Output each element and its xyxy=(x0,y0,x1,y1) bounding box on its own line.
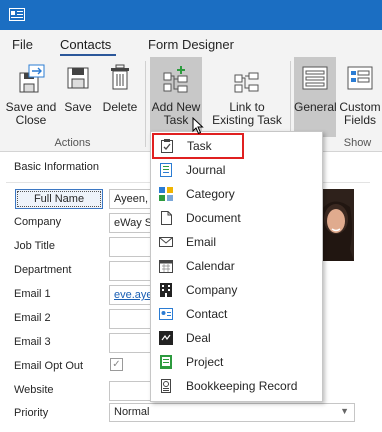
mouse-cursor-icon xyxy=(192,117,204,135)
link-existing-task-label: Link to Existing Task xyxy=(212,100,282,127)
tab-file[interactable]: File xyxy=(12,37,33,52)
priority-select[interactable]: Normal ▼ xyxy=(109,403,355,422)
company-icon xyxy=(160,283,172,297)
general-form-icon xyxy=(302,66,328,90)
document-icon xyxy=(161,211,172,225)
email-2-label: Email 2 xyxy=(14,312,51,324)
menu-item-company[interactable]: Company xyxy=(152,278,322,302)
tab-contacts[interactable]: Contacts xyxy=(60,37,111,52)
job-title-label: Job Title xyxy=(14,240,55,252)
menu-item-label: Journal xyxy=(186,163,226,177)
floppy-disk-icon xyxy=(67,67,89,89)
menu-item-label: Task xyxy=(187,139,212,153)
menu-item-label: Deal xyxy=(186,331,211,345)
menu-item-document[interactable]: Document xyxy=(152,206,322,230)
email-1-label: Email 1 xyxy=(14,288,51,300)
menu-item-calendar[interactable]: Calendar xyxy=(152,254,322,278)
menu-item-bookkeeping-record[interactable]: Bookkeeping Record xyxy=(152,374,322,398)
contact-card-icon xyxy=(9,8,25,21)
website-label: Website xyxy=(14,384,54,396)
task-icon xyxy=(161,139,173,153)
menu-item-label: Category xyxy=(186,187,235,201)
menu-item-project[interactable]: Project xyxy=(152,350,322,374)
custom-fields-icon xyxy=(347,66,373,90)
full-name-button[interactable]: Full Name xyxy=(15,189,103,209)
group-label-show: Show xyxy=(343,137,372,149)
delete-label: Delete xyxy=(102,100,138,114)
email-opt-out-label: Email Opt Out xyxy=(14,360,84,372)
section-title: Basic Information xyxy=(14,161,99,173)
email-3-label: Email 3 xyxy=(14,336,51,348)
chevron-down-icon: ▼ xyxy=(340,406,349,416)
priority-label: Priority xyxy=(14,407,49,419)
menu-item-label: Calendar xyxy=(186,259,235,273)
save-and-close-label: Save and Close xyxy=(5,100,57,127)
title-bar xyxy=(0,0,382,30)
menu-bar: File Contacts Form Designer xyxy=(0,30,382,57)
email-opt-out-checkbox[interactable]: ✓ xyxy=(110,358,123,371)
menu-item-contact[interactable]: Contact xyxy=(152,302,322,326)
link-task-icon xyxy=(234,72,259,93)
save-and-close-button[interactable]: Save and Close xyxy=(4,57,58,137)
custom-fields-button[interactable]: Custom Fields xyxy=(338,57,382,137)
contact-icon xyxy=(159,308,173,320)
company-label: Company xyxy=(14,216,62,228)
department-label: Department xyxy=(14,264,72,276)
menu-item-task[interactable]: Task xyxy=(152,133,244,159)
save-button[interactable]: Save xyxy=(60,57,96,137)
project-icon xyxy=(160,355,172,369)
menu-item-label: Contact xyxy=(186,307,228,321)
trash-icon xyxy=(111,64,129,90)
save-label: Save xyxy=(64,100,92,114)
menu-item-label: Project xyxy=(186,355,224,369)
tab-form-designer[interactable]: Form Designer xyxy=(148,37,234,52)
link-existing-task-button[interactable]: Link to Existing Task xyxy=(208,57,286,137)
general-label: General xyxy=(294,100,337,114)
menu-item-label: Document xyxy=(186,211,241,225)
menu-item-label: Company xyxy=(186,283,238,297)
custom-fields-label: Custom Fields xyxy=(339,100,381,127)
menu-item-label: Email xyxy=(186,235,217,249)
deal-icon xyxy=(159,331,173,345)
general-view-button[interactable]: General xyxy=(294,57,337,137)
menu-item-category[interactable]: Category xyxy=(152,182,322,206)
group-label-actions: Actions xyxy=(54,137,91,149)
menu-item-label: Bookkeeping Record xyxy=(186,379,298,393)
menu-item-deal[interactable]: Deal xyxy=(152,326,322,350)
calendar-icon xyxy=(159,260,173,273)
add-new-icon xyxy=(163,66,188,93)
journal-icon xyxy=(160,163,172,177)
save-close-icon xyxy=(19,64,45,93)
category-icon xyxy=(159,187,173,201)
delete-button[interactable]: Delete xyxy=(100,57,140,137)
add-new-dropdown-menu: Task Journal Category Document Email Cal… xyxy=(150,131,323,402)
menu-item-email[interactable]: Email xyxy=(152,230,322,254)
active-tab-underline xyxy=(60,54,116,56)
group-separator xyxy=(145,61,146,147)
menu-item-journal[interactable]: Journal xyxy=(152,158,322,182)
email-icon xyxy=(159,237,173,247)
bookkeeping-icon xyxy=(161,379,171,393)
priority-value: Normal xyxy=(114,406,150,418)
